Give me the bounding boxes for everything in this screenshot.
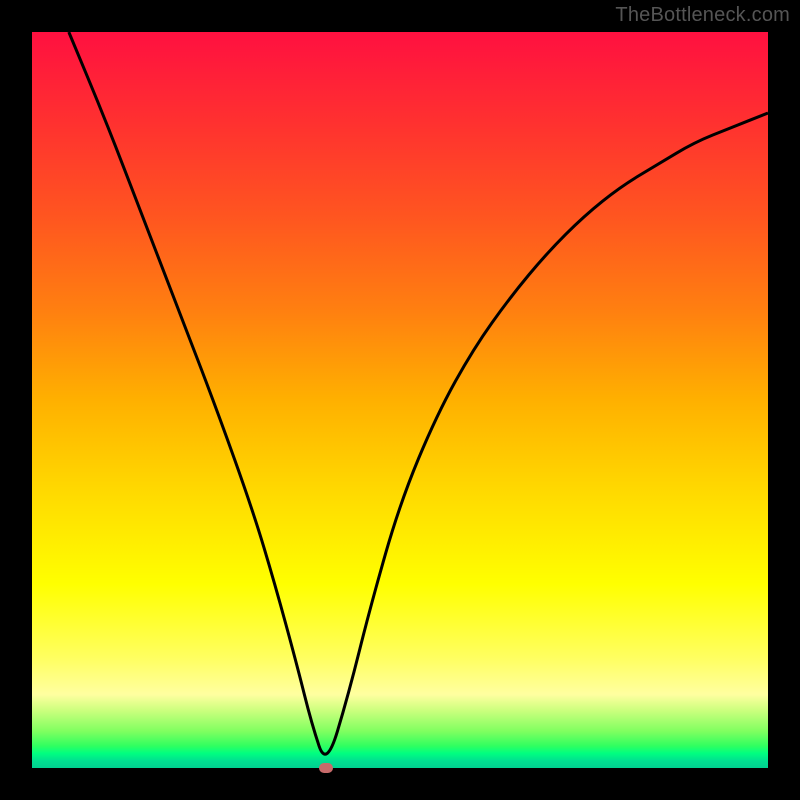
plot-area bbox=[32, 32, 768, 768]
chart-frame: TheBottleneck.com bbox=[0, 0, 800, 800]
watermark-text: TheBottleneck.com bbox=[615, 4, 790, 27]
optimum-marker bbox=[319, 763, 333, 773]
